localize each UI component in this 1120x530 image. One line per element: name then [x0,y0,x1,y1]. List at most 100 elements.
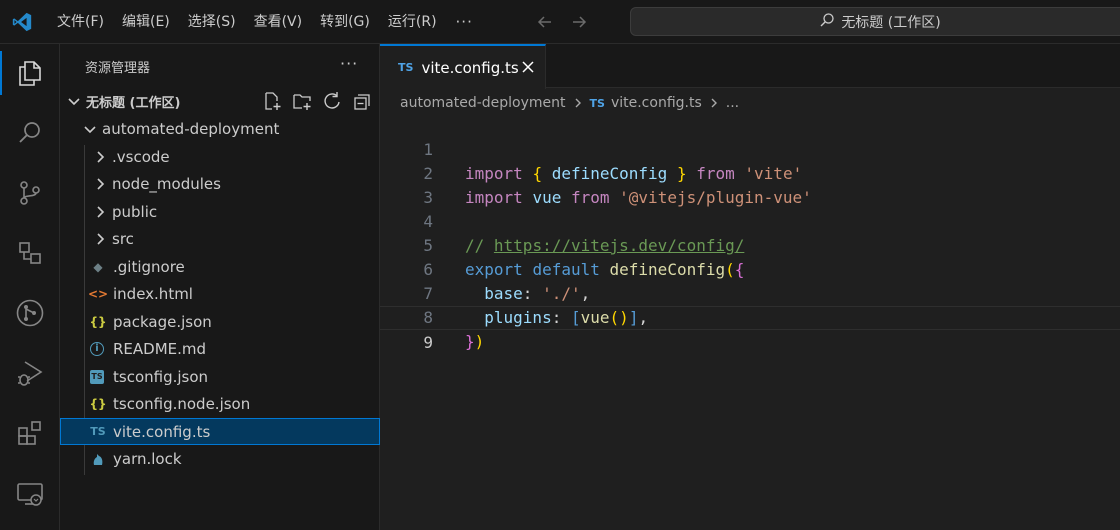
code-line-current: 9 [380,306,1120,352]
json-icon: {} [89,396,107,411]
workspace-actions [261,90,373,112]
git-graph-icon[interactable] [0,287,60,339]
activity-bar [0,44,60,530]
forward-arrow-icon[interactable] [569,12,589,32]
menu-go[interactable]: 转到(G) [311,7,379,37]
chevron-right-icon [708,97,720,109]
tree-file-yarn-lock[interactable]: yarn.lock [60,445,380,472]
back-arrow-icon[interactable] [535,12,555,32]
new-file-icon[interactable] [261,90,283,112]
code-token: } [465,332,475,351]
chevron-down-icon [66,93,82,109]
refresh-icon[interactable] [321,90,343,112]
menu-selection[interactable]: 选择(S) [179,7,245,37]
code-line: 8 }) [380,282,1120,351]
typescript-icon: TS [90,425,106,438]
tree-folder-label: .vscode [112,147,170,166]
menu-file[interactable]: 文件(F) [48,7,113,37]
chevron-down-icon [82,121,98,137]
explorer-more-button[interactable]: ··· [340,54,358,73]
tree-folder-node-modules[interactable]: node_modules [60,170,380,197]
collapse-all-icon[interactable] [351,90,373,112]
chevron-right-icon [92,149,108,165]
breadcrumb-file[interactable]: vite.config.ts [611,95,702,111]
menu-more-button[interactable]: ··· [446,7,483,37]
yarn-icon [90,451,106,467]
vscode-logo-icon [0,0,44,44]
chevron-right-icon [572,97,584,109]
tree-file-tsconfig-node-json[interactable]: {} tsconfig.node.json [60,390,380,417]
tree-folder-label: node_modules [112,174,221,193]
tree-file-gitignore[interactable]: ◆ .gitignore [60,253,380,280]
tree-file-label: vite.config.ts [113,422,211,441]
breadcrumb-folder[interactable]: automated-deployment [400,95,566,111]
tree-file-label: index.html [113,284,193,303]
line-number: 9 [423,333,433,352]
search-icon[interactable] [0,107,60,159]
code-token: ) [474,332,485,351]
explorer-icon[interactable] [0,47,60,99]
tree-folder-vscode[interactable]: .vscode [60,143,380,170]
code-line: 5 export default defineConfig({ [380,210,1120,279]
tree-file-label: package.json [113,312,212,331]
git-icon: ◆ [93,259,103,274]
extensions-icon[interactable] [0,407,60,459]
menu-edit[interactable]: 编辑(E) [113,7,179,37]
tree-folder-root[interactable]: automated-deployment [60,115,380,142]
chevron-right-icon [92,176,108,192]
workspace-label: 无标题 (工作区) [86,95,181,111]
tree-folder-src[interactable]: src [60,225,380,252]
remote-icon[interactable] [0,468,60,520]
tree-file-readme[interactable]: i README.md [60,335,380,362]
code-line: 6 base: './', [380,234,1120,303]
code-line: 1 import { defineConfig } from 'vite' [380,114,1120,183]
tree-folder-public[interactable]: public [60,198,380,225]
code-line: 7 plugins: [vue()], [380,258,1120,327]
tree-file-index-html[interactable]: <> index.html [60,280,380,307]
new-folder-icon[interactable] [291,90,313,112]
json-icon: {} [89,314,107,329]
tsconfig-icon: TS [90,369,104,384]
menu-run[interactable]: 运行(R) [379,7,446,37]
tree-folder-label: public [112,202,158,221]
tree-file-package-json[interactable]: {} package.json [60,308,380,335]
code-line: 2 import vue from '@vitejs/plugin-vue' [380,138,1120,207]
navigation-arrows [535,12,589,32]
breadcrumb: automated-deployment TS vite.config.ts .… [400,93,739,113]
code-line: 4 // https://vitejs.dev/config/ [380,186,1120,255]
title-bar: 文件(F) 编辑(E) 选择(S) 查看(V) 转到(G) 运行(R) ··· … [0,0,1120,44]
explorer-title: 资源管理器 [85,61,151,76]
tree-file-vite-config-ts[interactable]: TS vite.config.ts [60,418,380,445]
tree-file-label: yarn.lock [113,449,182,468]
tab-label: vite.config.ts [421,58,519,77]
menu-view[interactable]: 查看(V) [245,7,312,37]
command-center-search[interactable]: 无标题 (工作区) [630,7,1120,36]
search-label: 无标题 (工作区) [841,14,941,31]
tree-file-label: tsconfig.node.json [113,394,251,413]
tree-file-label: .gitignore [113,257,185,276]
tab-vite-config[interactable]: TS vite.config.ts [380,44,546,89]
search-icon [819,12,835,32]
tree-file-tsconfig-json[interactable]: TS tsconfig.json [60,363,380,390]
typescript-icon: TS [398,61,414,74]
tree-file-label: tsconfig.json [113,367,209,386]
chevron-right-icon [92,204,108,220]
typescript-icon: TS [589,96,605,110]
editor-area: TS vite.config.ts automated-deployment T… [380,44,1120,530]
editor-tabs: TS vite.config.ts [380,44,1120,89]
source-control-icon[interactable] [0,167,60,219]
workspace-header[interactable]: 无标题 (工作区) [60,90,380,112]
chevron-right-icon [92,231,108,247]
close-icon[interactable] [520,59,536,75]
tree-folder-label: src [112,229,134,248]
html-icon: <> [87,286,109,301]
info-icon: i [90,341,104,356]
run-debug-icon[interactable] [0,347,60,399]
tree-file-label: README.md [113,339,207,358]
tree-folder-label: automated-deployment [102,119,280,138]
remote-explorer-icon[interactable] [0,227,60,279]
explorer-sidebar: 资源管理器 ··· 无标题 (工作区) automated-deployment [60,44,380,530]
menu-bar: 文件(F) 编辑(E) 选择(S) 查看(V) 转到(G) 运行(R) ··· [48,0,483,43]
code-line: 3 [380,162,1120,207]
breadcrumb-more[interactable]: ... [726,95,739,111]
